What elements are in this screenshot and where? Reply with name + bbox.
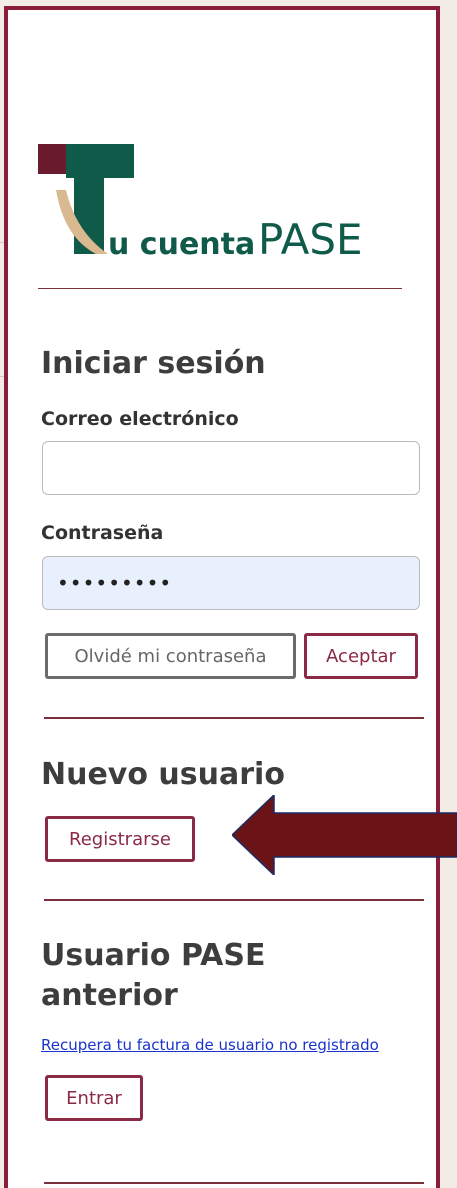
accept-button[interactable]: Aceptar [304,633,418,679]
new-user-title: Nuevo usuario [41,757,285,792]
section-divider [44,899,424,901]
tu-cuenta-pase-logo: u cuenta PASE [38,144,363,262]
email-field[interactable] [42,441,420,495]
login-title: Iniciar sesión [41,346,266,381]
enter-button[interactable]: Entrar [45,1075,143,1121]
logo-text-pase: PASE [258,215,363,262]
previous-user-title-line1: Usuario PASE [41,938,266,973]
logo-text-u-cuenta: u cuenta [108,227,255,262]
password-field[interactable]: ••••••••• [42,556,420,610]
password-value: ••••••••• [57,571,173,595]
section-divider [44,717,424,719]
logo-divider [38,288,402,289]
register-button[interactable]: Registrarse [45,816,195,862]
arrow-left-icon [232,795,457,875]
email-label: Correo electrónico [41,408,239,430]
forgot-password-button[interactable]: Olvidé mi contraseña [45,633,296,679]
previous-user-title-line2: anterior [41,978,178,1013]
recover-invoice-link[interactable]: Recupera tu factura de usuario no regist… [41,1036,381,1054]
password-label: Contraseña [41,522,164,544]
bottom-divider [44,1182,424,1184]
